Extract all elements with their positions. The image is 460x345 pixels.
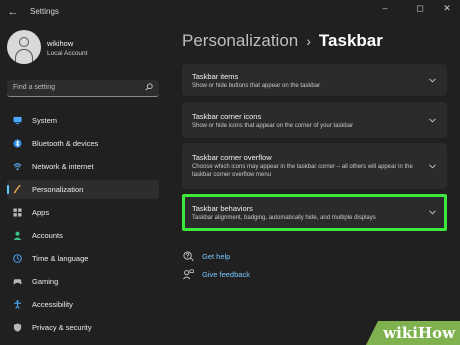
sidebar-item-label: Gaming [32,277,59,286]
sidebar-item-label: Accessibility [32,300,73,309]
accessibility-icon [13,300,22,309]
sidebar-item-apps[interactable]: Apps [7,203,159,222]
sidebar-item-label: Accounts [32,231,63,240]
card-title: Taskbar items [192,72,239,81]
get-help-link[interactable]: Get help [183,250,230,262]
sidebar-item-label: Personalization [32,185,84,194]
back-arrow-icon[interactable]: ← [6,5,20,19]
search-placeholder: Find a setting [13,84,56,91]
breadcrumb-separator: › [306,33,311,49]
minimize-button[interactable]: – [370,0,400,20]
sidebar-item-privacy[interactable]: Privacy & security [7,318,159,337]
wikihow-watermark: wikiHow [366,321,460,345]
apps-icon [13,208,22,217]
feedback-person-icon [183,269,194,279]
sidebar-item-label: Network & internet [32,162,94,171]
card-description: Show or hide icons that appear on the co… [192,123,354,129]
chevron-down-icon [429,210,436,215]
title-bar: ← Settings – ◻ ✕ [0,0,460,24]
card-taskbar-corner-overflow[interactable]: Taskbar corner overflow Choose which ico… [182,143,447,189]
breadcrumb-parent[interactable]: Personalization [182,31,298,50]
app-title: Settings [30,7,59,16]
monitor-icon [13,116,22,125]
sidebar-item-gaming[interactable]: Gaming [7,272,159,291]
chevron-down-icon [429,78,436,83]
sidebar-item-time-language[interactable]: Time & language [7,249,159,268]
sidebar-item-bluetooth[interactable]: Bluetooth & devices [7,134,159,153]
sidebar-item-label: Apps [32,208,50,217]
close-button[interactable]: ✕ [432,0,460,20]
globe-clock-icon [13,254,22,263]
card-title: Taskbar corner icons [192,112,262,121]
card-description: Taskbar alignment, badging, automaticall… [192,215,376,221]
sidebar-item-personalization[interactable]: Personalization [7,180,159,199]
search-input[interactable]: Find a setting [7,80,159,97]
sidebar-item-network[interactable]: Network & internet [7,157,159,176]
card-taskbar-behaviors[interactable]: Taskbar behaviors Taskbar alignment, bad… [182,194,447,231]
page-title: Taskbar [318,31,383,50]
person-icon [13,231,22,240]
card-description: Choose which icons may appear in the tas… [192,164,413,178]
search-icon [145,83,153,91]
give-feedback-label: Give feedback [202,269,250,279]
watermark-text: wikiHow [383,324,455,342]
card-taskbar-corner-icons[interactable]: Taskbar corner icons Show or hide icons … [182,102,447,138]
card-title: Taskbar behaviors [192,204,253,213]
wifi-icon [13,163,22,171]
avatar-head [19,37,29,47]
chevron-down-icon [429,164,436,169]
bluetooth-icon [13,139,22,148]
gamepad-icon [13,279,22,285]
shield-icon [13,323,22,332]
sidebar-item-label: Time & language [32,254,89,263]
sidebar-item-label: Privacy & security [32,323,92,332]
paintbrush-icon [13,185,21,194]
help-chat-icon [183,250,194,261]
sidebar-item-accessibility[interactable]: Accessibility [7,295,159,314]
avatar-shoulders [15,49,33,63]
sidebar-item-system[interactable]: System [7,111,159,130]
account-type: Local Account [47,50,88,57]
avatar [7,30,41,64]
card-taskbar-items[interactable]: Taskbar items Show or hide buttons that … [182,64,447,96]
chevron-down-icon [429,118,436,123]
get-help-label: Get help [202,251,231,261]
sidebar-item-label: Bluetooth & devices [32,139,99,148]
card-description: Show or hide buttons that appear on the … [192,83,321,89]
give-feedback-link[interactable]: Give feedback [183,268,250,280]
card-title: Taskbar corner overflow [192,153,272,162]
sidebar-item-label: System [32,116,58,125]
breadcrumb: Personalization › Taskbar [182,31,383,51]
user-name: wikihow [47,39,74,48]
sidebar-item-accounts[interactable]: Accounts [7,226,159,245]
maximize-button[interactable]: ◻ [405,0,435,20]
selection-indicator [7,185,9,194]
